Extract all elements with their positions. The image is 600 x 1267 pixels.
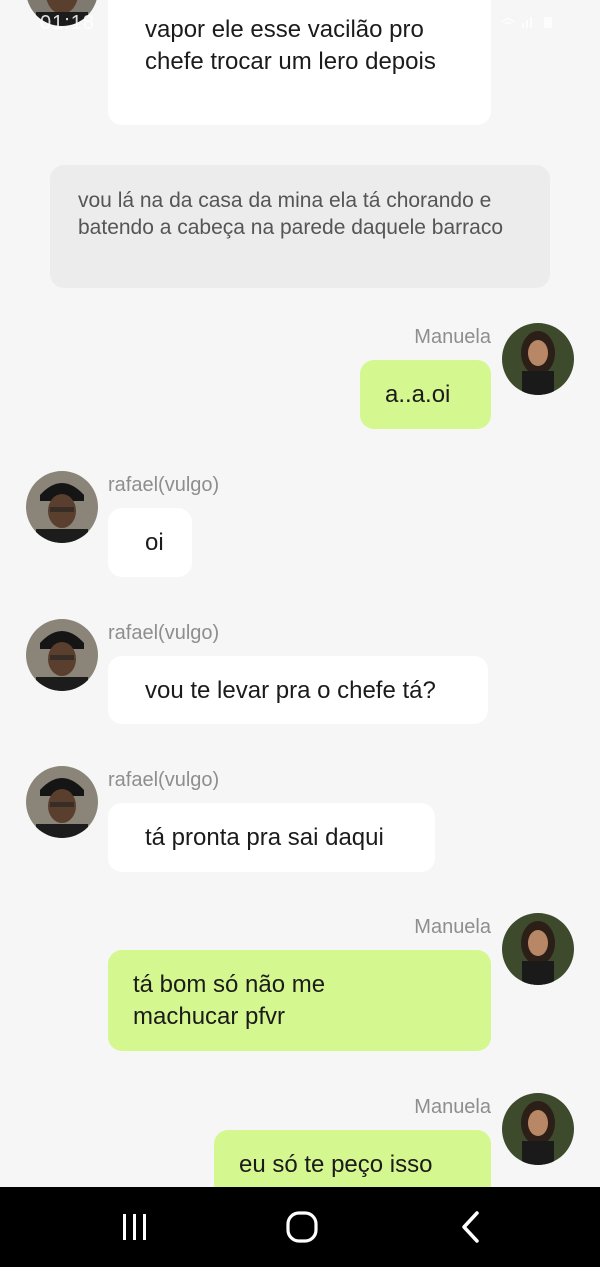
message-text: oi bbox=[145, 529, 164, 556]
message-text: tá pronta pra sai daqui bbox=[145, 824, 384, 851]
sender-name: rafael(vulgo) bbox=[108, 622, 220, 644]
sender-name: Manuela bbox=[414, 1096, 491, 1118]
back-icon bbox=[462, 1211, 479, 1243]
navigation-bar bbox=[0, 1187, 600, 1267]
back-button[interactable] bbox=[440, 1207, 500, 1247]
message-text: tá bom só não me machucar pfvr bbox=[133, 971, 326, 1030]
message-text: a..a.oi bbox=[385, 381, 451, 408]
avatar-rafael-icon bbox=[26, 471, 98, 543]
avatar-rafael[interactable] bbox=[26, 0, 98, 26]
message-text: vapor ele esse vacilão pro chefe trocar … bbox=[145, 16, 436, 75]
sender-name: Manuela bbox=[414, 916, 491, 938]
avatar-rafael-icon bbox=[26, 619, 98, 691]
avatar-manuela[interactable] bbox=[502, 913, 574, 985]
message-bubble: tá bom só não me machucar pfvr bbox=[108, 950, 491, 1051]
message-bubble: oi bbox=[108, 508, 192, 577]
avatar-rafael[interactable] bbox=[26, 619, 98, 691]
avatar-manuela-icon bbox=[502, 913, 574, 985]
avatar-manuela-icon bbox=[502, 323, 574, 395]
home-icon bbox=[286, 1211, 318, 1243]
message-bubble: a..a.oi bbox=[360, 360, 491, 429]
sender-name: Manuela bbox=[414, 326, 491, 348]
recent-apps-button[interactable] bbox=[105, 1207, 165, 1247]
message-bubble: tá pronta pra sai daqui bbox=[108, 803, 435, 872]
home-button[interactable] bbox=[272, 1207, 332, 1247]
status-icons bbox=[500, 14, 560, 33]
avatar-manuela[interactable] bbox=[502, 1093, 574, 1165]
avatar-manuela-icon bbox=[502, 1093, 574, 1165]
message-text: vou te levar pra o chefe tá? bbox=[145, 677, 436, 704]
message-text: eu só te peço isso bbox=[239, 1151, 433, 1178]
sender-name: rafael(vulgo) bbox=[108, 769, 220, 791]
message-bubble: vou te levar pra o chefe tá? bbox=[108, 656, 488, 724]
narration-text: vou lá na da casa da mina ela tá chorand… bbox=[78, 189, 504, 239]
narration-bubble: vou lá na da casa da mina ela tá chorand… bbox=[50, 165, 550, 288]
recent-apps-icon bbox=[123, 1214, 146, 1240]
signal-battery-icon bbox=[501, 17, 552, 28]
avatar-rafael-icon bbox=[26, 766, 98, 838]
avatar-rafael[interactable] bbox=[26, 766, 98, 838]
avatar-rafael-icon bbox=[26, 0, 98, 26]
sender-name: rafael(vulgo) bbox=[108, 474, 220, 496]
avatar-rafael[interactable] bbox=[26, 471, 98, 543]
avatar-manuela[interactable] bbox=[502, 323, 574, 395]
message-bubble: vapor ele esse vacilão pro chefe trocar … bbox=[108, 0, 491, 125]
